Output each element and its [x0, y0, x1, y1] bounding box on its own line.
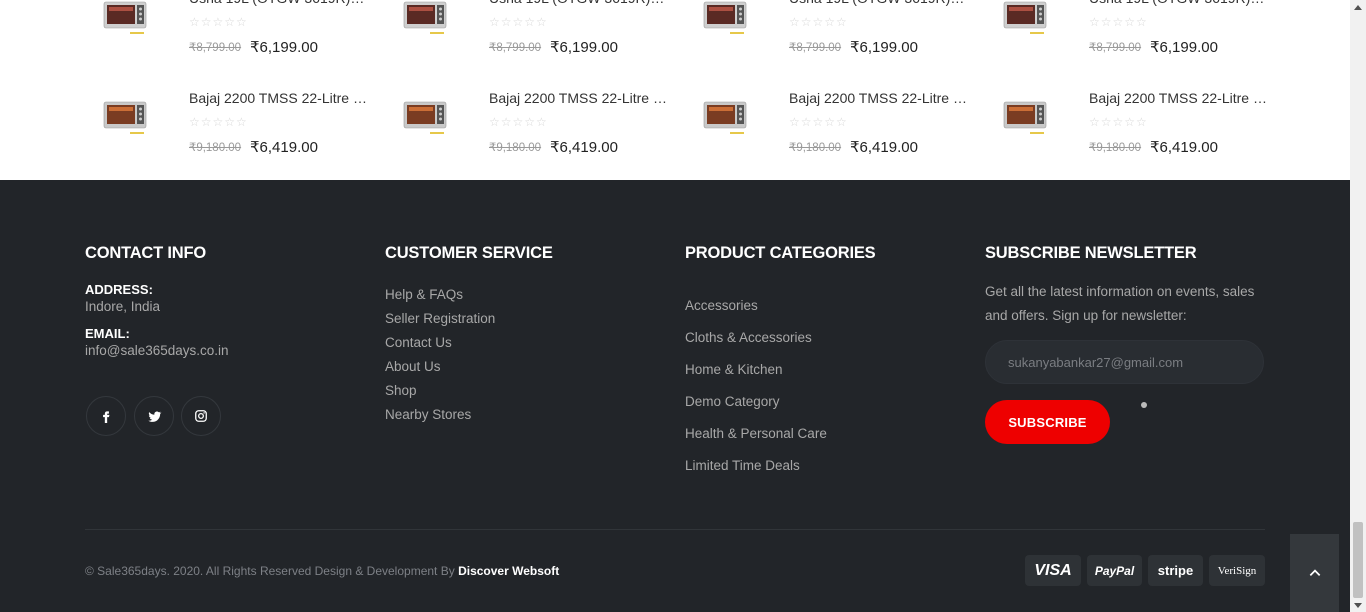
- subscribe-button[interactable]: SUBSCRIBE: [985, 400, 1110, 444]
- rating-stars-icon: ☆☆☆☆☆: [189, 15, 248, 29]
- footer: CONTACT INFO ADDRESS: Indore, India EMAI…: [0, 180, 1350, 612]
- old-price: ₹8,799.00: [1089, 42, 1142, 54]
- developer-link[interactable]: Discover Websoft: [458, 564, 559, 578]
- rating-stars-icon: ☆☆☆☆☆: [1089, 15, 1148, 29]
- old-price: ₹9,180.00: [489, 142, 542, 154]
- product-image[interactable]: [100, 88, 150, 138]
- old-price: ₹8,799.00: [189, 42, 242, 54]
- product-name[interactable]: Usha 19L (OTGW 3619R) Oven Toaster Grill: [189, 0, 367, 6]
- old-price: ₹8,799.00: [489, 42, 542, 54]
- newsletter-email-input[interactable]: [985, 340, 1264, 384]
- product-card[interactable]: Usha 19L (OTGW 3619R) Oven Toaster Grill…: [385, 0, 685, 60]
- product-category-link[interactable]: Home & Kitchen: [685, 354, 875, 386]
- product-row: Bajaj 2200 TMSS 22-Litre Oven Toaster Gr…: [85, 80, 1285, 160]
- sale-price: ₹6,199.00: [250, 39, 318, 56]
- product-name[interactable]: Usha 19L (OTGW 3619R) Oven Toaster Grill: [789, 0, 967, 6]
- product-categories-title: PRODUCT CATEGORIES: [685, 244, 876, 262]
- customer-service-link[interactable]: Help & FAQs: [385, 283, 553, 307]
- product-card[interactable]: Bajaj 2200 TMSS 22-Litre Oven Toaster Gr…: [385, 80, 685, 160]
- product-card[interactable]: Usha 19L (OTGW 3619R) Oven Toaster Grill…: [985, 0, 1285, 60]
- customer-service-link[interactable]: Nearby Stores: [385, 403, 553, 427]
- copyright: © Sale365days. 2020. All Rights Reserved…: [85, 564, 559, 578]
- copyright-text: © Sale365days. 2020. All Rights Reserved…: [85, 564, 455, 578]
- sale-price: ₹6,419.00: [1150, 139, 1218, 156]
- email-link[interactable]: info@sale365days.co.in: [85, 343, 229, 358]
- contact-info-title: CONTACT INFO: [85, 244, 207, 262]
- address-value: Indore, India: [85, 299, 161, 314]
- product-card[interactable]: Bajaj 2200 TMSS 22-Litre Oven Toaster Gr…: [685, 80, 985, 160]
- sale-price: ₹6,199.00: [1150, 39, 1218, 56]
- address-label: ADDRESS:: [85, 282, 153, 297]
- sale-price: ₹6,199.00: [550, 39, 618, 56]
- customer-service-title: CUSTOMER SERVICE: [385, 244, 553, 262]
- paypal-icon: PayPal: [1087, 555, 1142, 586]
- loading-dot: [1141, 402, 1147, 408]
- product-image[interactable]: [100, 0, 150, 38]
- product-card[interactable]: Usha 19L (OTGW 3619R) Oven Toaster Grill…: [685, 0, 985, 60]
- customer-service-link[interactable]: Seller Registration: [385, 307, 553, 331]
- product-image[interactable]: [400, 88, 450, 138]
- rating-stars-icon: ☆☆☆☆☆: [489, 115, 548, 129]
- sale-price: ₹6,419.00: [850, 139, 918, 156]
- product-category-link[interactable]: Demo Category: [685, 386, 875, 418]
- product-card[interactable]: Usha 19L (OTGW 3619R) Oven Toaster Grill…: [85, 0, 385, 60]
- product-category-link[interactable]: Accessories: [685, 290, 875, 322]
- newsletter-title: SUBSCRIBE NEWSLETTER: [985, 244, 1197, 262]
- customer-service-link[interactable]: Shop: [385, 379, 553, 403]
- customer-service-link[interactable]: About Us: [385, 355, 553, 379]
- newsletter-column: SUBSCRIBE NEWSLETTER Get all the latest …: [985, 244, 1267, 328]
- sale-price: ₹6,419.00: [250, 139, 318, 156]
- old-price: ₹8,799.00: [789, 42, 842, 54]
- product-name[interactable]: Bajaj 2200 TMSS 22-Litre Oven Toaster Gr…: [1089, 90, 1267, 106]
- newsletter-description: Get all the latest information on events…: [985, 284, 1255, 323]
- sale-price: ₹6,419.00: [550, 139, 618, 156]
- rating-stars-icon: ☆☆☆☆☆: [789, 15, 848, 29]
- visa-icon: VISA: [1025, 555, 1081, 586]
- product-image[interactable]: [1000, 88, 1050, 138]
- customer-service-column: CUSTOMER SERVICE Help & FAQs Seller Regis…: [385, 244, 553, 427]
- scroll-to-top-button[interactable]: [1290, 534, 1339, 612]
- product-name[interactable]: Bajaj 2200 TMSS 22-Litre Oven Toaster Gr…: [789, 90, 967, 106]
- old-price: ₹9,180.00: [189, 142, 242, 154]
- product-card[interactable]: Bajaj 2200 TMSS 22-Litre Oven Toaster Gr…: [85, 80, 385, 160]
- product-category-link[interactable]: Health & Personal Care: [685, 418, 875, 450]
- rating-stars-icon: ☆☆☆☆☆: [789, 115, 848, 129]
- scrollbar-thumb[interactable]: [1353, 522, 1363, 598]
- page-scrollbar[interactable]: [1350, 0, 1366, 612]
- product-card[interactable]: Bajaj 2200 TMSS 22-Litre Oven Toaster Gr…: [985, 80, 1285, 160]
- instagram-icon[interactable]: [181, 396, 221, 436]
- rating-stars-icon: ☆☆☆☆☆: [189, 115, 248, 129]
- customer-service-links: Help & FAQs Seller Registration Contact Us…: [385, 283, 553, 427]
- product-name[interactable]: Usha 19L (OTGW 3619R) Oven Toaster Grill: [489, 0, 667, 6]
- rating-stars-icon: ☆☆☆☆☆: [489, 15, 548, 29]
- product-image[interactable]: [400, 0, 450, 38]
- rating-stars-icon: ☆☆☆☆☆: [1089, 115, 1148, 129]
- customer-service-link[interactable]: Contact Us: [385, 331, 553, 355]
- facebook-icon[interactable]: [86, 396, 126, 436]
- product-categories-links: Accessories Cloths & Accessories Home & Ki…: [685, 290, 875, 482]
- product-category-link[interactable]: Cloths & Accessories: [685, 322, 875, 354]
- product-name[interactable]: Bajaj 2200 TMSS 22-Litre Oven Toaster Gr…: [189, 90, 367, 106]
- old-price: ₹9,180.00: [1089, 142, 1142, 154]
- scroll-up-arrow-icon[interactable]: [1354, 5, 1362, 10]
- product-categories-column: PRODUCT CATEGORIES Accessories Cloths & A…: [685, 244, 876, 482]
- verisign-icon: VeriSign: [1209, 555, 1265, 586]
- stripe-icon: stripe: [1148, 555, 1203, 586]
- product-name[interactable]: Bajaj 2200 TMSS 22-Litre Oven Toaster Gr…: [489, 90, 667, 106]
- product-image[interactable]: [700, 88, 750, 138]
- old-price: ₹9,180.00: [789, 142, 842, 154]
- sale-price: ₹6,199.00: [850, 39, 918, 56]
- product-category-link[interactable]: Limited Time Deals: [685, 450, 875, 482]
- contact-info-column: CONTACT INFO ADDRESS: Indore, India EMAI…: [85, 244, 229, 358]
- product-list-section: Usha 19L (OTGW 3619R) Oven Toaster Grill…: [0, 0, 1350, 180]
- twitter-icon[interactable]: [134, 396, 174, 436]
- product-row: Usha 19L (OTGW 3619R) Oven Toaster Grill…: [85, 0, 1285, 60]
- footer-divider: [85, 529, 1265, 530]
- product-image[interactable]: [1000, 0, 1050, 38]
- scroll-down-arrow-icon[interactable]: [1354, 603, 1362, 608]
- product-name[interactable]: Usha 19L (OTGW 3619R) Oven Toaster Grill: [1089, 0, 1267, 6]
- product-image[interactable]: [700, 0, 750, 38]
- email-label: EMAIL:: [85, 326, 130, 341]
